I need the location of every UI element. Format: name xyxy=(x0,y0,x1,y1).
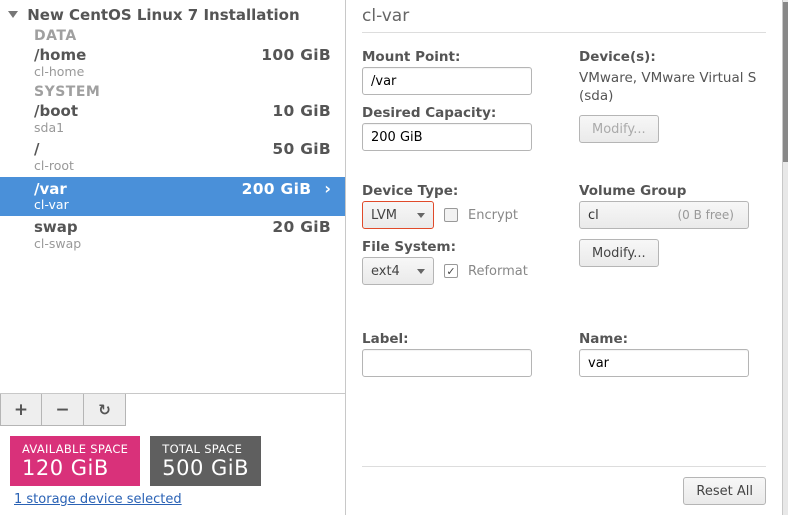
collapse-icon xyxy=(8,11,18,18)
encrypt-checkbox[interactable] xyxy=(444,208,458,222)
desired-capacity-input[interactable] xyxy=(362,123,532,151)
reformat-label: Reformat xyxy=(468,264,528,279)
total-space-label: TOTAL SPACE xyxy=(162,442,249,456)
device-type-value: LVM xyxy=(371,208,397,223)
modify-devices-button[interactable]: Modify... xyxy=(579,115,659,143)
chevron-right-icon: › xyxy=(324,180,331,198)
partition-boot[interactable]: /boot 10 GiB sda1 xyxy=(0,100,345,138)
encrypt-label: Encrypt xyxy=(468,208,518,223)
label-input[interactable] xyxy=(362,349,532,377)
section-system: SYSTEM xyxy=(0,82,345,100)
storage-devices-link[interactable]: 1 storage device selected xyxy=(14,492,182,507)
device-type-label: Device Type: xyxy=(362,183,549,199)
installation-header[interactable]: New CentOS Linux 7 Installation xyxy=(0,6,345,26)
available-space-value: 120 GiB xyxy=(22,456,128,480)
partition-toolbar: + − ↻ xyxy=(0,393,345,426)
section-data: DATA xyxy=(0,26,345,44)
name-input[interactable] xyxy=(579,349,749,377)
label-label: Label: xyxy=(362,331,549,347)
caret-down-icon xyxy=(417,269,425,274)
reset-all-button[interactable]: Reset All xyxy=(683,477,766,505)
file-system-select[interactable]: ext4 xyxy=(362,257,434,285)
available-space-label: AVAILABLE SPACE xyxy=(22,442,128,456)
devices-label: Device(s): xyxy=(579,49,766,65)
partition-size: 20 GiB xyxy=(272,219,331,237)
partition-swap[interactable]: swap 20 GiB cl-swap xyxy=(0,216,345,254)
partition-device: cl-root xyxy=(34,159,331,173)
partition-size: 50 GiB xyxy=(272,141,331,159)
installation-title: New CentOS Linux 7 Installation xyxy=(27,6,299,24)
partition-detail-panel: cl-var Mount Point: Desired Capacity: De… xyxy=(346,0,782,515)
file-system-value: ext4 xyxy=(371,264,400,279)
partition-var[interactable]: /var 200 GiB › cl-var xyxy=(0,177,345,216)
partition-size: 10 GiB xyxy=(272,103,331,121)
file-system-label: File System: xyxy=(362,239,549,255)
partition-mount: / xyxy=(34,141,39,158)
scrollbar[interactable] xyxy=(783,0,788,515)
total-space-box: TOTAL SPACE 500 GiB xyxy=(150,436,261,486)
caret-down-icon xyxy=(417,213,425,218)
volume-group-free: (0 B free) xyxy=(677,208,734,222)
device-type-select[interactable]: LVM xyxy=(362,201,434,229)
devices-value: VMware, VMware Virtual S (sda) xyxy=(579,69,766,105)
mount-point-label: Mount Point: xyxy=(362,49,549,65)
partition-size: 200 GiB xyxy=(242,180,312,198)
partition-mount: /home xyxy=(34,47,86,64)
partition-device: cl-swap xyxy=(34,237,331,251)
scrollbar-thumb[interactable] xyxy=(783,2,788,162)
partition-device: cl-var xyxy=(34,198,331,212)
reformat-checkbox[interactable]: ✓ xyxy=(444,264,458,278)
add-partition-button[interactable]: + xyxy=(0,394,42,426)
volume-group-select[interactable]: cl (0 B free) xyxy=(579,201,749,229)
partition-mount: swap xyxy=(34,219,78,236)
partition-mount: /var xyxy=(34,181,67,198)
desired-capacity-label: Desired Capacity: xyxy=(362,105,549,121)
modify-vg-button[interactable]: Modify... xyxy=(579,239,659,267)
name-label: Name: xyxy=(579,331,766,347)
reload-button[interactable]: ↻ xyxy=(84,394,126,426)
partition-mount: /boot xyxy=(34,103,78,120)
volume-group-value: cl xyxy=(588,208,599,223)
total-space-value: 500 GiB xyxy=(162,456,249,480)
partition-home[interactable]: /home 100 GiB cl-home xyxy=(0,44,345,82)
partition-tree-panel: New CentOS Linux 7 Installation DATA /ho… xyxy=(0,0,346,515)
mount-point-input[interactable] xyxy=(362,67,532,95)
remove-partition-button[interactable]: − xyxy=(42,394,84,426)
volume-group-label: Volume Group xyxy=(579,183,766,199)
available-space-box: AVAILABLE SPACE 120 GiB xyxy=(10,436,140,486)
partition-size: 100 GiB xyxy=(261,47,331,65)
partition-device: cl-home xyxy=(34,65,331,79)
detail-title: cl-var xyxy=(362,6,766,33)
reload-icon: ↻ xyxy=(98,401,111,419)
partition-root[interactable]: / 50 GiB cl-root xyxy=(0,138,345,176)
partition-device: sda1 xyxy=(34,121,331,135)
